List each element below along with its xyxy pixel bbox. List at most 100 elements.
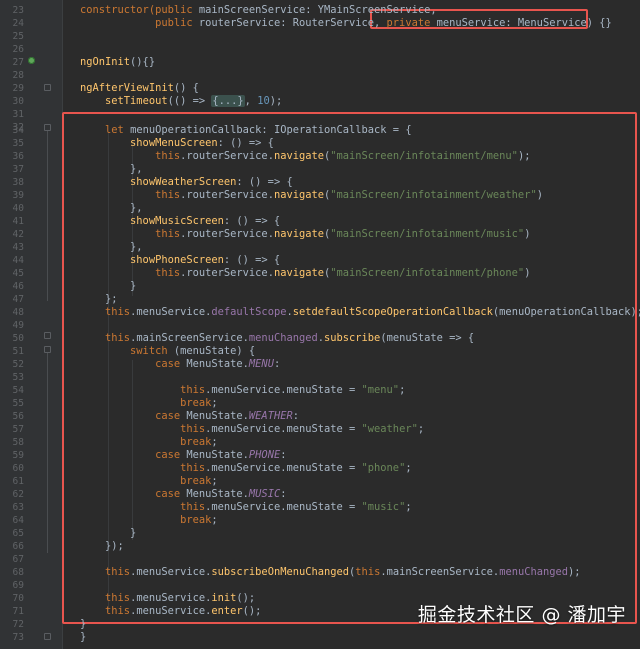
line-number: 44 — [12, 255, 24, 266]
code-line[interactable]: this.menuService.enter(); — [80, 605, 261, 618]
code-token: MenuState. — [186, 358, 249, 370]
code-token: .routerService. — [180, 228, 274, 240]
line-number: 54 — [12, 385, 24, 396]
code-token: "menu" — [361, 384, 400, 396]
code-line[interactable]: this.routerService.navigate("mainScreen/… — [80, 189, 543, 202]
code-token: ; — [211, 475, 218, 487]
code-token: : — [273, 358, 281, 370]
code-token: .mainScreenService. — [130, 332, 249, 344]
code-token: : () => { — [217, 137, 274, 149]
line-number: 42 — [12, 229, 24, 240]
line-number: 26 — [12, 44, 24, 55]
code-token: ) — [524, 267, 531, 279]
code-token: ; — [405, 501, 412, 513]
code-line[interactable]: } — [80, 618, 86, 631]
code-token: this — [155, 189, 181, 201]
code-token: navigate — [273, 228, 324, 240]
code-token: menuOperationCallback: IOperationCallbac… — [130, 124, 412, 136]
fold-marker-icon[interactable] — [44, 633, 51, 640]
code-token: .menuService.menuState = — [205, 501, 362, 513]
code-line[interactable]: break; — [80, 397, 218, 410]
line-number: 53 — [12, 372, 24, 383]
code-token: case — [155, 488, 187, 500]
code-line[interactable]: break; — [80, 475, 218, 488]
code-token: (){} — [130, 56, 156, 68]
code-line[interactable]: this.menuService.init(); — [80, 592, 255, 605]
code-line[interactable]: this.menuService.menuState = "music"; — [80, 501, 412, 514]
code-line[interactable]: this.menuService.menuState = "phone"; — [80, 462, 412, 475]
code-line[interactable]: this.menuService.menuState = "weather"; — [80, 423, 424, 436]
code-line[interactable]: }, — [80, 241, 143, 254]
code-line[interactable]: case MenuState.MENU: — [80, 358, 280, 371]
code-token: this — [355, 566, 381, 578]
code-line[interactable]: switch (menuState) { — [80, 345, 255, 358]
code-line[interactable]: }, — [80, 163, 143, 176]
code-token: case — [155, 449, 187, 461]
fold-marker-icon[interactable] — [44, 84, 51, 91]
code-line[interactable]: setTimeout(() => {...}, 10); — [80, 95, 282, 108]
code-token: "mainScreen/infotainment/menu" — [330, 150, 518, 162]
fold-marker-icon[interactable] — [44, 332, 51, 339]
code-line[interactable]: this.routerService.navigate("mainScreen/… — [80, 150, 530, 163]
code-line[interactable]: this.menuService.menuState = "menu"; — [80, 384, 405, 397]
code-line[interactable]: case MenuState.PHONE: — [80, 449, 286, 462]
code-line[interactable]: this.menuService.subscribeOnMenuChanged(… — [80, 566, 581, 579]
code-line[interactable]: showMusicScreen: () => { — [80, 215, 280, 228]
code-token: ngAfterViewInit — [80, 82, 174, 94]
code-editor[interactable]: 23 24 25 26 27 28 29 30 31 32 34 35 36 37 38 39 40 41 42 43… — [0, 0, 640, 649]
line-number: 39 — [12, 190, 24, 201]
code-token: }); — [80, 540, 124, 552]
code-line[interactable]: this.routerService.navigate("mainScreen/… — [80, 228, 530, 241]
code-line[interactable]: this.mainScreenService.menuChanged.subsc… — [80, 332, 474, 345]
code-line[interactable]: let menuOperationCallback: IOperationCal… — [80, 124, 412, 137]
code-line[interactable]: ngAfterViewInit() { — [80, 82, 199, 95]
code-line[interactable]: break; — [80, 436, 218, 449]
code-line[interactable]: } — [80, 631, 86, 644]
code-token: public — [155, 17, 199, 29]
line-number: 37 — [12, 164, 24, 175]
code-area[interactable]: constructor(public mainScreenService: YM… — [62, 0, 640, 649]
code-line[interactable]: constructor(public mainScreenService: YM… — [80, 4, 437, 17]
code-token: .mainScreenService. — [380, 566, 500, 578]
watermark: 掘金技术社区 @ 潘加宇 — [417, 604, 626, 626]
code-token: defaultScope — [211, 306, 287, 318]
code-token: navigate — [273, 267, 324, 279]
code-line[interactable]: showMenuScreen: () => { — [80, 137, 274, 150]
line-number: 59 — [12, 450, 24, 461]
code-token: 10 — [257, 95, 270, 107]
code-token: break — [180, 397, 212, 409]
code-token: MUSIC — [248, 488, 281, 500]
code-token: private — [386, 17, 437, 29]
code-line[interactable]: public routerService: RouterService, pri… — [80, 17, 612, 30]
code-line[interactable]: }); — [80, 540, 124, 553]
folded-code-placeholder[interactable]: {...} — [211, 95, 245, 107]
code-line[interactable]: showPhoneScreen: () => { — [80, 254, 280, 267]
code-line[interactable]: case MenuState.WEATHER: — [80, 410, 299, 423]
code-line[interactable]: this.routerService.navigate("mainScreen/… — [80, 267, 530, 280]
fold-marker-icon[interactable] — [44, 346, 51, 353]
code-line[interactable]: ngOnInit(){} — [80, 56, 155, 69]
code-token: init — [211, 592, 237, 604]
line-number: 23 — [12, 5, 24, 16]
line-number: 61 — [12, 476, 24, 487]
code-line[interactable]: showWeatherScreen: () => { — [80, 176, 293, 189]
code-token: ); — [568, 566, 581, 578]
code-line[interactable]: } — [80, 280, 136, 293]
code-line[interactable]: } — [80, 527, 136, 540]
line-number: 69 — [12, 580, 24, 591]
code-token: this — [105, 605, 131, 617]
code-line[interactable]: case MenuState.MUSIC: — [80, 488, 286, 501]
code-token: .menuService. — [130, 605, 212, 617]
code-token: routerService: RouterService, — [198, 17, 387, 29]
line-number: 31 — [12, 109, 24, 120]
code-line[interactable]: }, — [80, 202, 143, 215]
code-line[interactable]: this.menuService.defaultScope.setdefault… — [80, 306, 640, 319]
code-line[interactable]: break; — [80, 514, 218, 527]
fold-marker-icon[interactable] — [44, 124, 51, 131]
code-token: : — [292, 410, 299, 422]
code-line[interactable]: }; — [80, 293, 118, 306]
